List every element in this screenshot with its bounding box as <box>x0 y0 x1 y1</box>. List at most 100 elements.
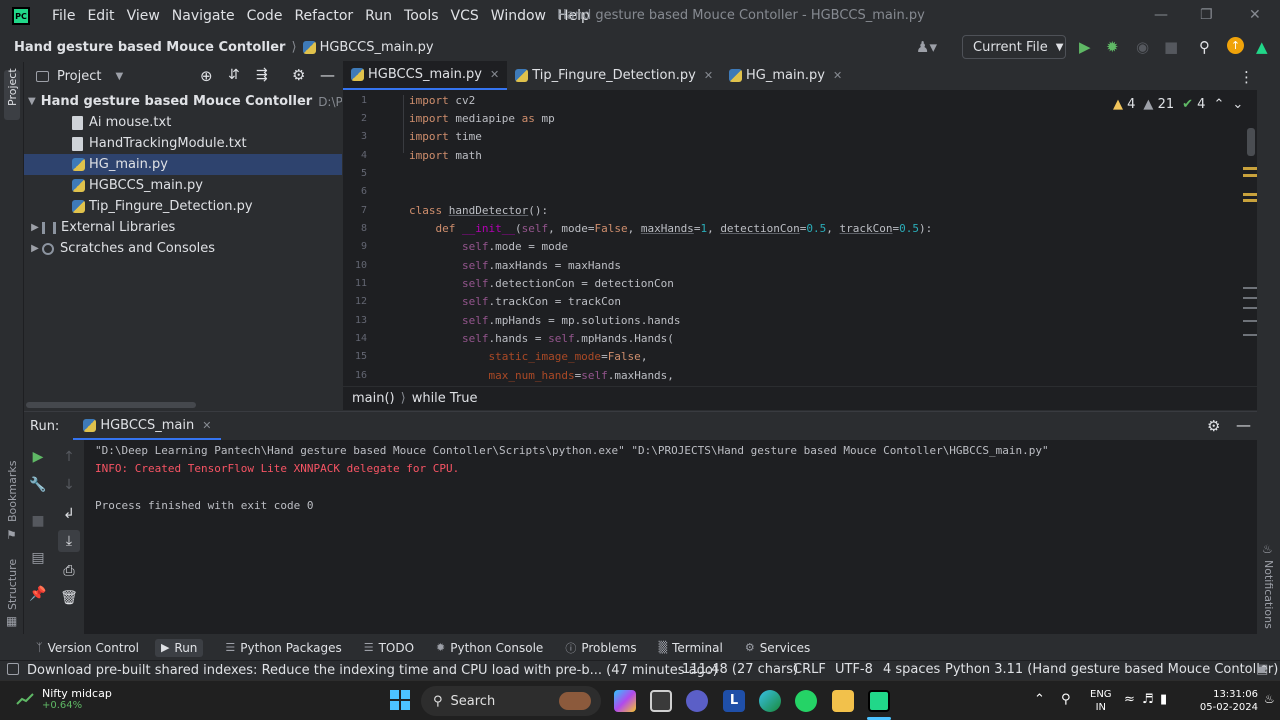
close-icon[interactable]: ✕ <box>1249 7 1261 23</box>
run-configuration-select[interactable]: Current File ▼ <box>962 35 1066 59</box>
file-encoding[interactable]: UTF-8 <box>835 662 873 677</box>
file-explorer-icon[interactable] <box>832 690 854 712</box>
indent-setting[interactable]: 4 spaces <box>883 662 940 677</box>
tree-file-handtracking[interactable]: HandTrackingModule.txt <box>24 133 342 154</box>
wrench-icon[interactable]: 🔧 <box>27 474 49 496</box>
notifications-icon[interactable]: ♨ <box>1262 542 1273 556</box>
info-marker[interactable] <box>1243 297 1257 299</box>
typo-count[interactable]: ✔ 4 <box>1182 97 1205 112</box>
info-marker[interactable] <box>1243 307 1257 309</box>
task-view-icon[interactable] <box>650 690 672 712</box>
editor-scrollbar[interactable] <box>1247 128 1255 156</box>
tool-python-console[interactable]: ✹ Python Console <box>436 641 543 655</box>
chevron-down-icon[interactable]: ▼ <box>28 96 36 107</box>
tool-todo[interactable]: ☰ TODO <box>364 641 414 655</box>
pycharm-taskbar-icon[interactable] <box>868 690 890 712</box>
warning-marker[interactable] <box>1243 174 1257 177</box>
info-marker[interactable] <box>1243 287 1257 289</box>
run-tab-hgbccs-main[interactable]: HGBCCS_main ✕ <box>73 412 222 440</box>
breadcrumb-project[interactable]: Hand gesture based Mouce Contoller <box>14 40 285 55</box>
tool-version-control[interactable]: ᛉ Version Control <box>36 641 139 655</box>
python-interpreter[interactable]: Python 3.11 (Hand gesture based Mouce Co… <box>945 662 1278 677</box>
menu-refactor[interactable]: Refactor <box>288 8 359 24</box>
tab-hgbccs-main[interactable]: HGBCCS_main.py ✕ <box>343 61 508 90</box>
stop-icon[interactable]: ■ <box>1164 38 1178 56</box>
volume-icon[interactable]: ♬ <box>1142 692 1154 707</box>
tree-file-hgbccs-main[interactable]: HGBCCS_main.py <box>24 175 342 196</box>
menu-code[interactable]: Code <box>241 8 289 24</box>
launcher-app-icon[interactable]: L <box>723 690 745 712</box>
structure-icon[interactable]: ▦ <box>6 614 17 628</box>
plugin-icon[interactable]: ▲ <box>1256 38 1268 56</box>
language-indicator[interactable]: ENG IN <box>1090 688 1112 714</box>
console-output[interactable]: "D:\Deep Learning Pantech\Hand gesture b… <box>95 440 1255 635</box>
updates-icon[interactable]: ↑ <box>1227 37 1244 54</box>
lock-icon[interactable]: ▣ <box>1256 662 1268 677</box>
notification-bell-icon[interactable]: ♨ <box>1264 692 1275 706</box>
next-highlight-icon[interactable]: ⌄ <box>1232 97 1243 112</box>
expand-all-icon[interactable]: ⇵ <box>228 67 240 83</box>
bookmarks-stripe-label[interactable]: Bookmarks <box>6 461 19 522</box>
teams-chat-icon[interactable] <box>686 690 708 712</box>
toggle-tool-windows-icon[interactable] <box>7 663 19 675</box>
inspection-widget[interactable]: ▲ 4 ▲ 21 ✔ 4 ⌃ ⌄ <box>1113 97 1243 112</box>
profile-icon[interactable]: ◉ <box>1136 38 1149 56</box>
close-tab-icon[interactable]: ✕ <box>704 69 713 82</box>
tree-file-ai-mouse[interactable]: Ai mouse.txt <box>24 112 342 133</box>
warning-count[interactable]: ▲ 4 <box>1113 97 1135 112</box>
hide-panel-icon[interactable]: — <box>1236 416 1251 434</box>
tree-file-hg-main[interactable]: HG_main.py <box>24 154 342 175</box>
warning-marker[interactable] <box>1243 193 1257 196</box>
project-stripe-label[interactable]: Project <box>6 68 19 106</box>
settings-gear-icon[interactable]: ⚙ <box>1207 417 1220 435</box>
warning-marker[interactable] <box>1243 167 1257 170</box>
rerun-icon[interactable]: ▶ <box>27 446 49 468</box>
microphone-icon[interactable]: ⚲ <box>1061 692 1071 707</box>
widgets-button[interactable]: Nifty midcap +0.64% <box>16 687 112 711</box>
run-icon[interactable]: ▶ <box>1079 38 1091 56</box>
caret-position[interactable]: 111:48 (27 chars) <box>682 662 798 677</box>
status-message[interactable]: Download pre-built shared indexes: Reduc… <box>27 663 718 678</box>
soft-wrap-icon[interactable]: ↲ <box>58 503 80 525</box>
tree-root-folder[interactable]: ▼ Hand gesture based Mouce Contoller D:\… <box>24 91 342 112</box>
tool-terminal[interactable]: ▒ Terminal <box>659 641 723 655</box>
whatsapp-icon[interactable] <box>795 690 817 712</box>
copilot-icon[interactable] <box>614 690 636 712</box>
down-arrow-icon[interactable]: ↓ <box>58 474 80 496</box>
info-marker[interactable] <box>1243 334 1257 336</box>
debug-icon[interactable]: ✹ <box>1106 38 1119 56</box>
print-icon[interactable]: ⎙ <box>58 560 80 582</box>
breadcrumb-block[interactable]: while True <box>412 391 478 406</box>
tool-services[interactable]: ⚙ Services <box>745 641 810 655</box>
windows-start-icon[interactable] <box>390 690 410 710</box>
edge-browser-icon[interactable] <box>759 690 781 712</box>
menu-file[interactable]: File <box>46 8 81 24</box>
battery-icon[interactable]: ▮ <box>1160 692 1167 707</box>
close-tab-icon[interactable]: ✕ <box>833 69 842 82</box>
tree-file-tip-fingure[interactable]: Tip_Fingure_Detection.py <box>24 196 342 217</box>
info-marker[interactable] <box>1243 320 1257 322</box>
scroll-to-end-icon[interactable]: ⤓ <box>58 530 80 552</box>
menu-tools[interactable]: Tools <box>398 8 445 24</box>
previous-highlight-icon[interactable]: ⌃ <box>1213 97 1224 112</box>
tray-overflow-chevron-icon[interactable]: ⌃ <box>1034 692 1045 707</box>
line-separator[interactable]: CRLF <box>793 662 826 677</box>
trash-icon[interactable]: 🗑 <box>58 587 80 609</box>
tool-problems[interactable]: ⓘ Problems <box>565 640 636 656</box>
breadcrumb-function[interactable]: main() <box>352 391 395 406</box>
menu-run[interactable]: Run <box>359 8 398 24</box>
user-account-icon[interactable]: ♟▾ <box>916 38 937 56</box>
chevron-right-icon[interactable]: ▶ <box>28 222 42 233</box>
collapse-all-icon[interactable]: ⇶ <box>256 67 268 83</box>
close-tab-icon[interactable]: ✕ <box>202 419 211 432</box>
up-arrow-icon[interactable]: ↑ <box>58 446 80 468</box>
hide-panel-icon[interactable]: — <box>320 66 335 84</box>
breadcrumb-file[interactable]: HGBCCS_main.py <box>320 40 434 55</box>
wifi-icon[interactable]: ≈ <box>1124 692 1135 707</box>
menu-edit[interactable]: Edit <box>81 8 120 24</box>
tree-external-libraries[interactable]: ▶ External Libraries <box>24 217 342 238</box>
locate-file-icon[interactable]: ⊕ <box>200 67 213 85</box>
menu-view[interactable]: View <box>121 8 166 24</box>
search-icon[interactable]: ⚲ <box>1199 38 1210 56</box>
menu-window[interactable]: Window <box>485 8 552 24</box>
